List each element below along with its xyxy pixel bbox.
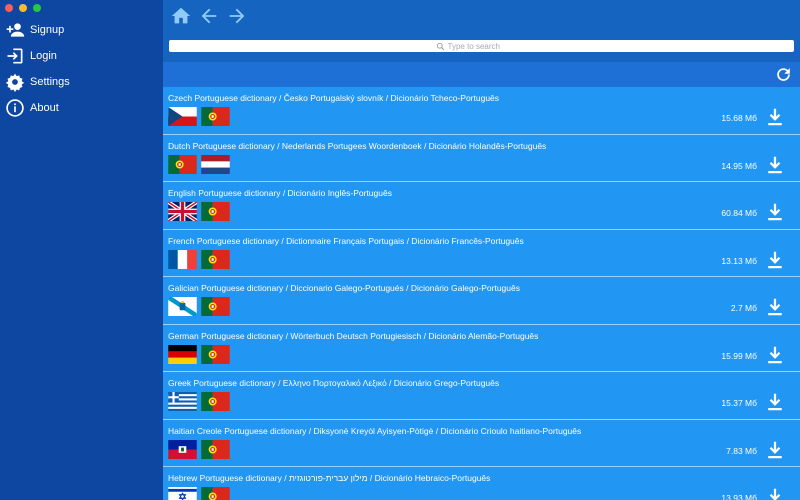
uk-flag-icon [168, 202, 197, 221]
back-arrow-icon[interactable] [198, 5, 220, 27]
zoom-window-button[interactable] [33, 4, 41, 12]
portugal-flag-icon [201, 344, 230, 364]
dictionary-title: Greek Portuguese dictionary / Ελληνο Πορ… [168, 378, 500, 388]
home-icon[interactable] [170, 5, 192, 27]
greece-flag-icon [168, 392, 197, 411]
download-icon[interactable] [766, 440, 784, 460]
germany-flag-icon [168, 344, 197, 364]
portugal-flag-icon [168, 154, 197, 174]
list-header [163, 62, 800, 87]
list-item[interactable]: German Portuguese dictionary / Wörterbuc… [163, 324, 800, 372]
list-item[interactable]: Hebrew Portuguese dictionary / מילון עבר… [163, 467, 800, 500]
dictionary-title: French Portuguese dictionary / Dictionna… [168, 235, 524, 246]
france-flag-icon [168, 249, 197, 269]
list-item[interactable]: Dutch Portuguese dictionary / Nederlands… [163, 134, 800, 182]
download-icon[interactable] [766, 107, 784, 127]
dictionary-title: Haitian Creole Portuguese dictionary / D… [168, 425, 582, 436]
download-icon[interactable] [766, 487, 784, 500]
dictionary-title: Czech Portuguese dictionary / Česko Port… [168, 93, 500, 103]
sidebar-item-label: Login [30, 50, 57, 62]
flag-pair [168, 249, 230, 269]
file-size: 15.37 Мб [721, 398, 757, 408]
portugal-flag-icon [201, 297, 230, 316]
list-item[interactable]: Czech Portuguese dictionary / Česko Port… [163, 87, 800, 135]
minimize-window-button[interactable] [19, 4, 27, 12]
flag-pair [168, 439, 230, 459]
galicia-flag-icon [168, 297, 197, 316]
haiti-flag-icon [168, 439, 197, 459]
portugal-flag-icon [201, 487, 230, 500]
list-item[interactable]: Haitian Creole Portuguese dictionary / D… [163, 419, 800, 467]
portugal-flag-icon [201, 202, 230, 221]
list-item[interactable]: Galician Portuguese dictionary / Diccion… [163, 277, 800, 325]
file-size: 14.95 Мб [721, 160, 757, 171]
flag-pair [168, 202, 230, 221]
file-size: 15.99 Мб [721, 350, 757, 361]
portugal-flag-icon [201, 392, 230, 411]
forward-arrow-icon[interactable] [226, 5, 248, 27]
download-icon[interactable] [766, 345, 784, 365]
portugal-flag-icon [201, 439, 230, 459]
israel-flag-icon [168, 487, 197, 500]
close-window-button[interactable] [5, 4, 13, 12]
flag-pair [168, 154, 230, 174]
sidebar-item-about[interactable]: About [0, 95, 163, 121]
flag-pair [168, 344, 230, 364]
flag-pair [168, 392, 230, 411]
file-size: 2.7 Мб [730, 303, 757, 313]
file-size: 13.13 Мб [721, 255, 757, 266]
search-input[interactable] [447, 40, 528, 52]
dictionary-list: Czech Portuguese dictionary / Česko Port… [163, 87, 800, 500]
download-icon[interactable] [766, 155, 784, 175]
dictionary-title: Dutch Portuguese dictionary / Nederlands… [168, 140, 547, 151]
search-icon [436, 42, 444, 50]
file-size: 60.84 Мб [721, 208, 757, 218]
navigation-buttons [170, 5, 248, 27]
toolbar [163, 0, 800, 62]
download-icon[interactable] [766, 202, 784, 222]
portugal-flag-icon [201, 107, 230, 126]
sidebar-item-login[interactable]: Login [0, 43, 163, 69]
sidebar-item-label: Signup [30, 24, 65, 36]
flag-pair [168, 297, 230, 316]
list-item[interactable]: Greek Portuguese dictionary / Ελληνο Πορ… [163, 372, 800, 420]
download-icon[interactable] [766, 250, 784, 270]
flag-pair [168, 487, 230, 500]
download-icon[interactable] [766, 392, 784, 412]
czech-flag-icon [168, 107, 197, 126]
dictionary-title: Hebrew Portuguese dictionary / מילון עבר… [168, 473, 491, 483]
refresh-icon[interactable] [774, 65, 793, 84]
dictionary-title: German Portuguese dictionary / Wörterbuc… [168, 330, 539, 341]
gear-icon [5, 72, 25, 92]
file-size: 7.83 Мб [726, 445, 757, 456]
sidebar-item-settings[interactable]: Settings [0, 69, 163, 95]
sidebar-menu: Signup Login Settings About [0, 17, 163, 121]
sidebar-item-label: About [30, 102, 59, 114]
sidebar-item-signup[interactable]: Signup [0, 17, 163, 43]
download-icon[interactable] [766, 297, 784, 317]
add-user-icon [5, 20, 25, 40]
window-controls [5, 4, 41, 12]
file-size: 15.68 Мб [721, 113, 757, 123]
flag-pair [168, 107, 230, 126]
dictionary-title: English Portuguese dictionary / Dicionár… [168, 188, 392, 198]
sidebar-item-label: Settings [30, 76, 70, 88]
info-icon [5, 98, 25, 118]
portugal-flag-icon [201, 249, 230, 269]
file-size: 13.93 Мб [721, 493, 757, 500]
login-icon [5, 46, 25, 66]
dictionary-title: Galician Portuguese dictionary / Diccion… [168, 283, 520, 293]
list-item[interactable]: English Portuguese dictionary / Dicionár… [163, 182, 800, 230]
sidebar: Signup Login Settings About [0, 0, 163, 500]
search-bar [169, 40, 794, 52]
list-item[interactable]: French Portuguese dictionary / Dictionna… [163, 229, 800, 277]
netherlands-flag-icon [201, 154, 230, 174]
